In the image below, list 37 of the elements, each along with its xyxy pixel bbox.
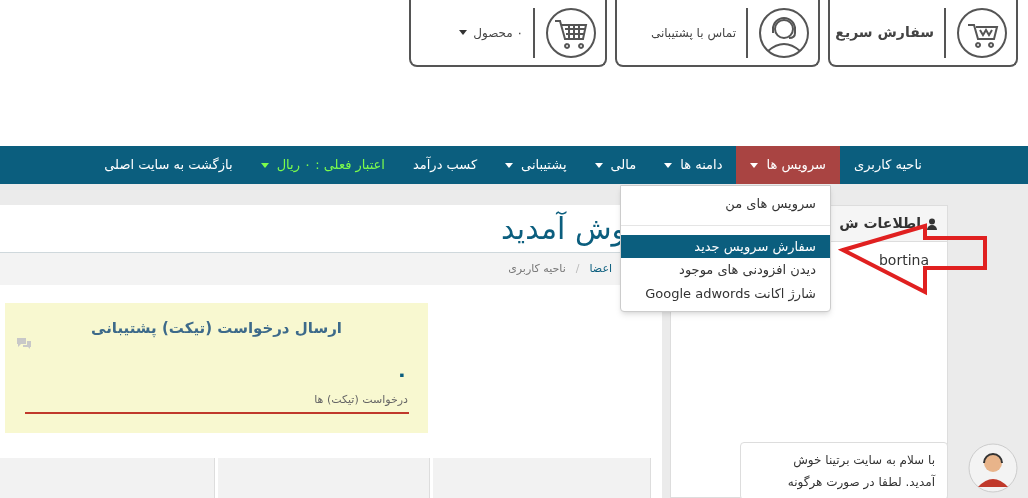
card-title: ارسال درخواست (تیکت) پشتیبانی xyxy=(91,318,342,339)
menu-item[interactable]: دیدن افزودنی های موجود xyxy=(621,258,830,282)
chat-text: با سلام به سایت برتینا خوش xyxy=(792,452,935,470)
nav-item[interactable]: کسب درآمد xyxy=(398,146,492,184)
breadcrumb-link[interactable]: اعضا xyxy=(589,260,612,278)
caret-icon xyxy=(750,162,759,168)
caret-icon xyxy=(505,162,514,168)
breadcrumb-separator: / xyxy=(575,260,580,277)
panel-title: اطلاعات ش xyxy=(839,214,921,233)
user-icon xyxy=(927,217,937,230)
nav-item[interactable]: مالی xyxy=(580,146,651,184)
panel-text: bortina xyxy=(878,251,929,270)
menu-item[interactable]: شارژ اکانت Google adwords xyxy=(621,281,830,305)
nav-item[interactable]: ناحیه کاربری xyxy=(839,146,936,184)
caret-icon xyxy=(260,162,269,168)
nav-item[interactable]: دامنه ها xyxy=(650,146,737,184)
cart-button[interactable]: ۰ محصول xyxy=(409,0,607,67)
breadcrumb-current: ناحیه کاربری xyxy=(508,260,566,277)
caret-icon xyxy=(594,162,603,168)
chat-icon xyxy=(16,337,32,349)
support-button[interactable]: تماس با پشتیبانی xyxy=(615,0,820,67)
nav-item[interactable]: اعتبار فعلی : ۰ ریال xyxy=(246,146,399,184)
cart-icon xyxy=(956,6,1008,59)
nav-item[interactable]: پشتیبانی xyxy=(491,146,581,184)
chat-text: آمدید. لطفا در صورت هرگونه xyxy=(786,473,935,492)
cart-icon xyxy=(545,6,597,59)
quick-order-button[interactable]: سفارش سریع xyxy=(828,0,1018,67)
card-label: درخواست (تیکت) ها xyxy=(314,391,408,408)
ticket-count: ۰ xyxy=(395,363,408,384)
caret-icon xyxy=(664,162,673,168)
avatar-icon[interactable] xyxy=(968,443,1018,493)
headset-person-icon xyxy=(758,6,810,59)
nav-item[interactable]: بازگشت به سایت اصلی xyxy=(90,146,247,184)
menu-item[interactable]: سفارش سرویس جدید xyxy=(621,234,830,258)
caret-icon xyxy=(459,30,468,35)
menu-item[interactable]: سرویس های من xyxy=(621,192,830,216)
nav-item[interactable]: سرویس ها xyxy=(736,146,840,184)
